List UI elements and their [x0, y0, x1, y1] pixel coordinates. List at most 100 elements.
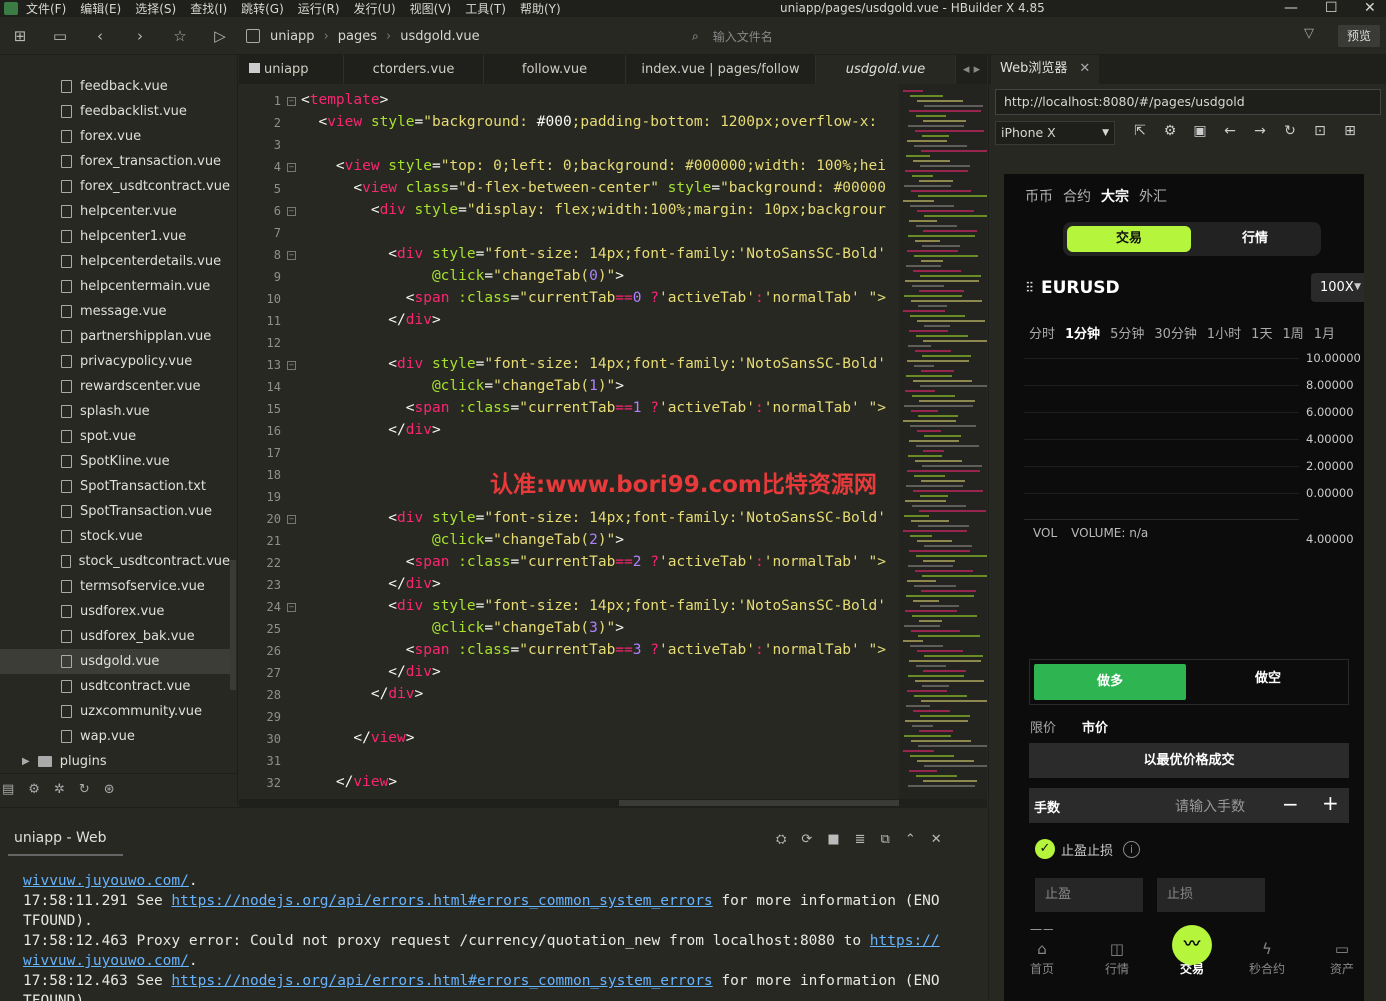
code-line[interactable]: @click="changeTab(3)"> — [301, 620, 624, 636]
file-item[interactable]: SpotTransaction.vue — [0, 499, 230, 524]
market-tab-spot[interactable]: 币币 — [1025, 186, 1053, 206]
tab-usdgold[interactable]: usdgold.vue — [816, 55, 956, 84]
code-line[interactable]: <view style="background: #000;padding-bo… — [301, 114, 877, 130]
folder-plugins[interactable]: ▶ plugins — [0, 749, 230, 774]
code-line[interactable]: <view class="d-flex-between-center" styl… — [301, 180, 886, 196]
plus-icon[interactable]: + — [1322, 791, 1339, 815]
menu-run[interactable]: 运行(R) — [298, 0, 340, 17]
code-line[interactable]: <div style="font-size: 14px;font-family:… — [301, 598, 886, 614]
long-button[interactable]: 做多 — [1034, 664, 1186, 700]
file-item[interactable]: usdtcontract.vue — [0, 674, 230, 699]
console-link[interactable]: https:// — [870, 933, 940, 949]
market-tab-contract[interactable]: 合约 — [1063, 186, 1091, 206]
trade-tab-button[interactable]: 交易 — [1067, 226, 1191, 252]
file-item[interactable]: SpotTransaction.txt — [0, 474, 230, 499]
bookmark-star-icon[interactable]: ☆ — [160, 27, 200, 45]
stop-icon[interactable]: ■ — [827, 832, 839, 847]
breadcrumb-project[interactable]: uniapp — [270, 29, 315, 44]
console-link[interactable]: wivvuw.juyouwo.com/ — [23, 953, 189, 969]
screenshot-icon[interactable]: ⇱ — [1125, 123, 1155, 139]
close-console-icon[interactable]: ✕ — [931, 832, 942, 847]
file-item[interactable]: feedback.vue — [0, 74, 230, 99]
menu-goto[interactable]: 跳转(G) — [241, 0, 284, 17]
browser-back-icon[interactable]: ← — [1215, 123, 1245, 139]
code-line[interactable]: </div> — [301, 312, 440, 328]
nav-home[interactable]: ⌂ 首页 — [1012, 930, 1072, 977]
kline-chart[interactable]: 10.00000 8.00000 6.00000 4.00000 2.00000… — [1024, 349, 1364, 639]
grid-icon[interactable]: ⊞ — [1335, 123, 1365, 139]
devtools-icon[interactable]: ▣ — [1185, 123, 1215, 139]
file-item[interactable]: usdforex_bak.vue — [0, 624, 230, 649]
interval-tab[interactable]: 1月 — [1314, 323, 1335, 342]
quote-tab-button[interactable]: 行情 — [1193, 226, 1317, 252]
take-profit-input[interactable]: 止盈 — [1035, 878, 1143, 912]
settings-gear-icon[interactable]: ⚙ — [1155, 123, 1185, 139]
collapse-up-icon[interactable]: ⌃ — [905, 832, 916, 847]
menu-help[interactable]: 帮助(Y) — [520, 0, 561, 17]
best-price-button[interactable]: 以最优价格成交 — [1029, 743, 1349, 778]
symbol-header[interactable]: ⫶⫶ EURUSD — [1026, 278, 1120, 298]
code-line[interactable]: </div> — [301, 686, 423, 702]
tab-uniapp[interactable]: uniapp — [239, 55, 344, 84]
file-item[interactable]: spot.vue — [0, 424, 230, 449]
interval-tab[interactable]: 1小时 — [1207, 323, 1241, 342]
info-icon[interactable]: i — [1123, 840, 1141, 858]
tpsl-toggle[interactable]: ✓ 止盈止损 i — [1035, 839, 1141, 859]
fold-toggle-icon[interactable]: − — [287, 163, 296, 172]
scroll-thumb[interactable] — [619, 800, 899, 806]
fold-toggle-icon[interactable]: − — [287, 361, 296, 370]
code-line[interactable]: <view style="top: 0;left: 0;background: … — [301, 158, 886, 174]
code-line[interactable]: <span :class="currentTab==3 ?'activeTab'… — [301, 642, 886, 658]
interval-tab[interactable]: 1天 — [1251, 323, 1272, 342]
order-type-market[interactable]: 市价 — [1082, 717, 1108, 736]
extensions-icon[interactable]: ⊛ — [104, 782, 115, 797]
market-tab-commodity[interactable]: 大宗 — [1101, 186, 1129, 206]
fold-toggle-icon[interactable]: − — [287, 97, 296, 106]
tab-index-follow[interactable]: index.vue | pages/follow — [626, 55, 816, 84]
code-line[interactable]: </div> — [301, 576, 440, 592]
code-line[interactable]: <template> — [301, 92, 388, 108]
file-item[interactable]: wap.vue — [0, 724, 230, 749]
preview-button[interactable]: 预览 — [1338, 25, 1380, 47]
nav-market[interactable]: ◫ 行情 — [1087, 930, 1147, 977]
file-item[interactable]: feedbacklist.vue — [0, 99, 230, 124]
interval-tab[interactable]: 1周 — [1282, 323, 1303, 342]
debug-icon[interactable]: ✲ — [54, 782, 65, 797]
editor-horizontal-scrollbar[interactable] — [239, 799, 987, 807]
code-editor[interactable]: 1− <template> 2 <view style="background: #… — [239, 84, 899, 800]
breadcrumb-file[interactable]: usdgold.vue — [400, 29, 479, 44]
file-item[interactable]: uzxcommunity.vue — [0, 699, 230, 724]
menu-edit[interactable]: 编辑(E) — [80, 0, 121, 17]
file-item[interactable]: helpcenterdetails.vue — [0, 249, 230, 274]
code-line[interactable]: <div style="font-size: 14px;font-family:… — [301, 510, 886, 526]
menu-tools[interactable]: 工具(T) — [465, 0, 506, 17]
save-icon[interactable]: ▭ — [40, 27, 80, 45]
file-item[interactable]: helpcenter1.vue — [0, 224, 230, 249]
minus-icon[interactable]: − — [1282, 792, 1299, 816]
tab-scroll-arrows-icon[interactable]: ◂ ▸ — [956, 55, 987, 84]
console-link[interactable]: wivvuw.juyouwo.com/ — [23, 873, 189, 889]
leverage-select[interactable]: 100X ▼ — [1311, 273, 1364, 302]
explorer-icon[interactable]: ▤ — [2, 782, 14, 797]
minimize-icon[interactable]: — — [1284, 0, 1298, 16]
browser-forward-icon[interactable]: → — [1245, 123, 1275, 139]
close-tab-icon[interactable]: ✕ — [1079, 61, 1090, 76]
interval-tab[interactable]: 1分钟 — [1065, 323, 1100, 342]
order-type-limit[interactable]: 限价 — [1030, 717, 1056, 736]
file-item[interactable]: usdgold.vue — [0, 649, 230, 674]
refresh-icon[interactable]: ↻ — [1275, 123, 1305, 139]
code-line[interactable]: <div style="display: flex;width:100%;mar… — [301, 202, 886, 218]
menu-publish[interactable]: 发行(U) — [354, 0, 396, 17]
fold-toggle-icon[interactable]: − — [287, 207, 296, 216]
file-search-input[interactable]: ⌕ 输入文件名 — [692, 25, 1312, 47]
trade-wave-icon[interactable]: 〰 — [1172, 925, 1212, 965]
plugin-icon[interactable]: ⚙ — [28, 782, 40, 797]
file-item[interactable]: forex.vue — [0, 124, 230, 149]
maximize-icon[interactable]: ☐ — [1325, 0, 1338, 16]
new-file-icon[interactable]: ⊞ — [0, 27, 40, 45]
code-line[interactable]: </view> — [301, 774, 397, 790]
console-link[interactable]: https://nodejs.org/api/errors.html#error… — [171, 973, 712, 989]
interval-tab[interactable]: 分时 — [1029, 323, 1055, 342]
check-icon[interactable]: ✓ — [1035, 839, 1055, 859]
filter-icon[interactable]: ▽ — [1304, 26, 1314, 41]
